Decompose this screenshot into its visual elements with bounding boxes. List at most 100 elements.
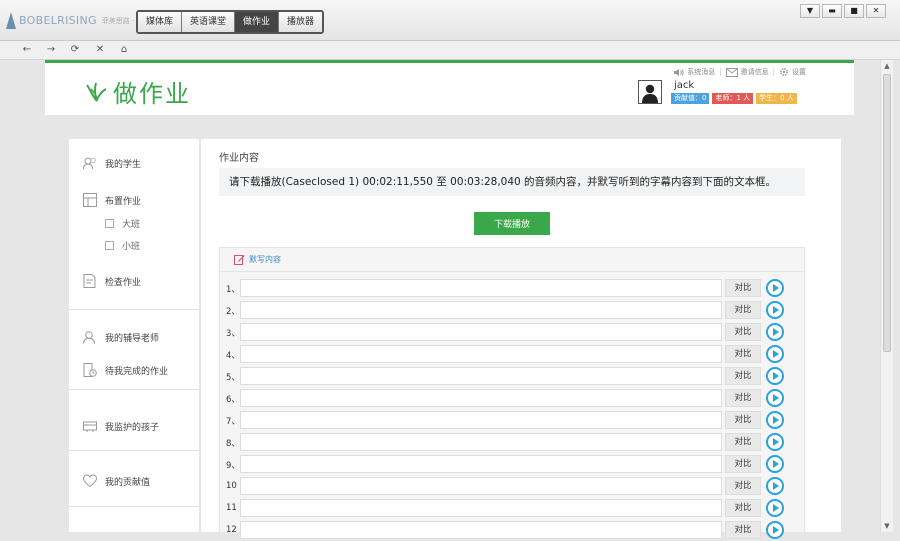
tab-media-library[interactable]: 媒体库 — [138, 12, 183, 32]
dictation-panel: 默写内容 1、 对比 2、 对比 3、 对比 4、 对比 5、 对比 6、 对比 7、 对比 8、 对比 9、对… — [219, 247, 805, 539]
tab-english-class[interactable]: 英语课堂 — [182, 12, 236, 32]
play-icon[interactable] — [766, 455, 784, 473]
play-icon[interactable] — [766, 433, 784, 451]
compare-button[interactable]: 对比 — [725, 389, 761, 407]
sidebar-item-students[interactable]: 我的学生 — [83, 156, 141, 170]
play-icon[interactable] — [766, 323, 784, 341]
compare-button[interactable]: 对比 — [725, 345, 761, 363]
panel-divider — [220, 271, 804, 272]
maximize-icon[interactable]: ■ — [844, 4, 864, 18]
dictation-input[interactable] — [240, 411, 722, 429]
page-title: 做作业 — [113, 80, 191, 108]
settings-link[interactable]: 设置 — [779, 67, 806, 77]
user-silhouette-icon — [642, 84, 658, 103]
sidebar-item-label: 待我完成的作业 — [105, 366, 169, 377]
row-number: 2、 — [226, 307, 240, 317]
sidebar-subitem-small-class[interactable]: 小班 — [105, 239, 140, 252]
sidebar-item-children[interactable]: 我监护的孩子 — [83, 419, 159, 433]
speaker-icon — [674, 68, 684, 76]
compare-button[interactable]: 对比 — [725, 499, 761, 517]
play-icon[interactable] — [766, 367, 784, 385]
sidebar-item-contribution[interactable]: 我的贡献值 — [83, 474, 150, 488]
pending-homework-icon — [83, 363, 97, 377]
sidebar-item-assign-homework[interactable]: 布置作业 — [83, 193, 141, 207]
play-icon[interactable] — [766, 279, 784, 297]
tab-player[interactable]: 播放器 — [279, 12, 323, 32]
back-icon[interactable]: ← — [20, 43, 34, 57]
dictation-input[interactable] — [240, 279, 722, 297]
minimize-icon[interactable]: ▬ — [822, 4, 842, 18]
scroll-thumb[interactable] — [883, 74, 891, 352]
dictation-input[interactable] — [240, 433, 722, 451]
page-scrollbar[interactable]: ▲ ▼ — [880, 60, 893, 532]
menu-dropdown-icon[interactable]: ▼ — [800, 4, 820, 18]
compare-button[interactable]: 对比 — [725, 367, 761, 385]
play-icon[interactable] — [766, 345, 784, 363]
forward-icon[interactable]: → — [44, 43, 58, 57]
dictation-input[interactable] — [240, 477, 722, 495]
row-number: 5、 — [226, 373, 240, 383]
refresh-icon[interactable]: ⟳ — [68, 43, 82, 57]
sidebar-divider — [69, 450, 199, 451]
tutor-icon — [83, 331, 95, 344]
dictation-input[interactable] — [240, 521, 722, 539]
compare-button[interactable]: 对比 — [725, 301, 761, 319]
sidebar-item-label: 我监护的孩子 — [105, 422, 160, 433]
compare-button[interactable]: 对比 — [725, 279, 761, 297]
dictation-input[interactable] — [240, 323, 722, 341]
envelope-icon — [725, 67, 738, 77]
play-icon[interactable] — [766, 521, 784, 539]
dictation-row: 3、 对比 — [224, 323, 798, 343]
dictation-row: 2、 对比 — [224, 301, 798, 321]
header-accent-line — [45, 60, 854, 63]
tower-logo-icon — [6, 12, 16, 29]
dictation-input[interactable] — [240, 389, 722, 407]
avatar[interactable] — [638, 80, 662, 104]
system-messages-link[interactable]: 系统消息 — [673, 67, 715, 77]
sidebar-item-tutors[interactable]: 我的辅导老师 — [83, 330, 159, 344]
sidebar-subitem-label: 小班 — [122, 242, 141, 252]
sidebar-item-pending-homework[interactable]: 待我完成的作业 — [83, 363, 168, 377]
play-icon[interactable] — [766, 477, 784, 495]
sidebar-item-check-homework[interactable]: 检查作业 — [83, 274, 141, 288]
dictation-input[interactable] — [240, 301, 722, 319]
settings-label: 设置 — [792, 68, 806, 76]
invites-link[interactable]: 邀请信息 — [725, 67, 769, 77]
compare-button[interactable]: 对比 — [725, 411, 761, 429]
home-icon[interactable]: ⌂ — [117, 43, 131, 57]
students-badge: 学生：0 人 — [756, 93, 797, 104]
dictation-row: 7、 对比 — [224, 411, 798, 431]
scroll-down-icon[interactable]: ▼ — [881, 520, 893, 532]
compare-button[interactable]: 对比 — [725, 323, 761, 341]
compare-button[interactable]: 对比 — [725, 477, 761, 495]
dictation-row: 4、 对比 — [224, 345, 798, 365]
invites-label: 邀请信息 — [740, 68, 769, 76]
dictation-input[interactable] — [240, 455, 722, 473]
edit-icon — [234, 255, 245, 265]
play-icon[interactable] — [766, 301, 784, 319]
compare-button[interactable]: 对比 — [725, 433, 761, 451]
row-number: 10 — [226, 481, 237, 491]
system-messages-label: 系统消息 — [687, 68, 716, 76]
dictation-input[interactable] — [240, 345, 722, 363]
play-icon[interactable] — [766, 499, 784, 517]
dictation-panel-header: 默写内容 — [234, 254, 281, 265]
window-controls: ▼ ▬ ■ ✕ — [798, 4, 886, 18]
dictation-row: 9、 对比 — [224, 455, 798, 475]
sidebar-subitem-big-class[interactable]: 大班 — [105, 217, 140, 230]
dictation-input[interactable] — [240, 367, 722, 385]
leaf-logo-icon — [86, 82, 107, 102]
close-icon[interactable]: ✕ — [866, 4, 886, 18]
header-links: 系统消息 | 邀请信息 | 设置 — [669, 67, 806, 77]
stop-icon[interactable]: ✕ — [93, 43, 107, 57]
play-icon[interactable] — [766, 411, 784, 429]
dictation-input[interactable] — [240, 499, 722, 517]
compare-button[interactable]: 对比 — [725, 455, 761, 473]
row-number: 1、 — [226, 285, 240, 295]
scroll-up-icon[interactable]: ▲ — [881, 60, 893, 72]
logo-text: BOBELRISING — [19, 14, 97, 27]
play-icon[interactable] — [766, 389, 784, 407]
tab-homework[interactable]: 做作业 — [235, 12, 280, 32]
download-play-button[interactable]: 下载播放 — [474, 212, 550, 235]
compare-button[interactable]: 对比 — [725, 521, 761, 539]
